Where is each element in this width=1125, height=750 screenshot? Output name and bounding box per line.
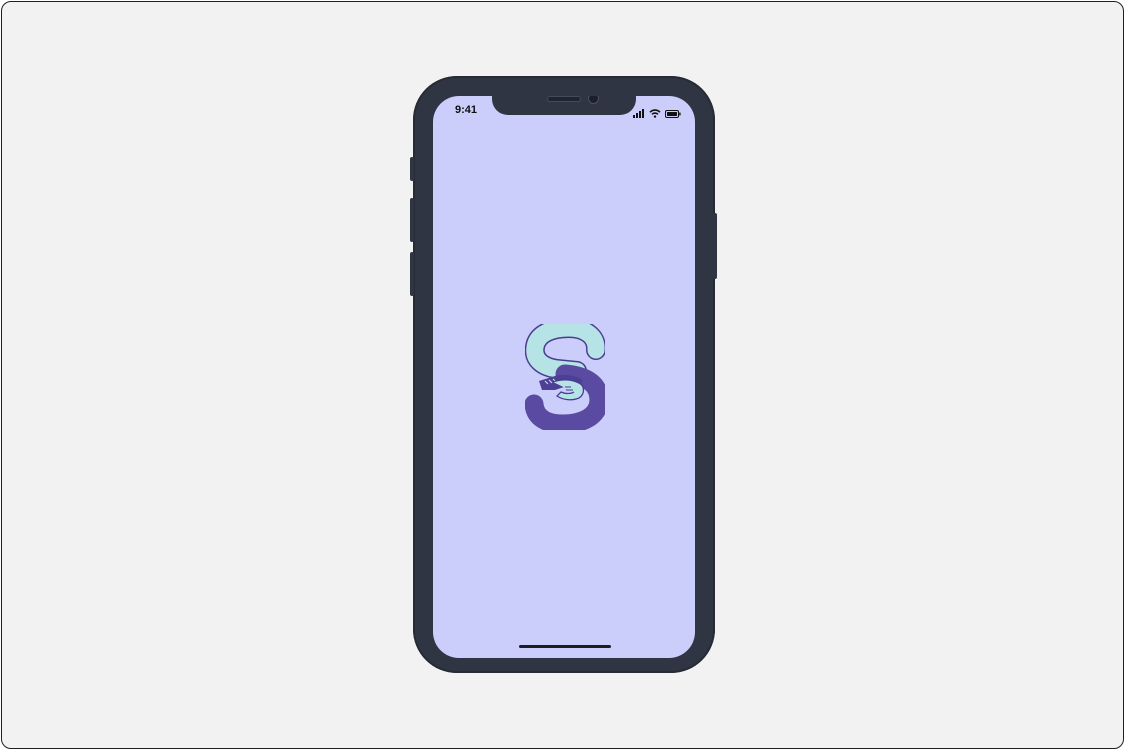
phone-mockup: 9:41	[410, 76, 717, 673]
silent-switch	[410, 157, 414, 181]
signal-bars-icon	[633, 105, 645, 123]
wifi-icon	[649, 105, 661, 123]
notch	[492, 96, 636, 115]
status-time: 9:41	[455, 104, 478, 116]
home-indicator[interactable]	[519, 645, 611, 648]
splash-screen: 9:41	[433, 96, 695, 658]
volume-down-button	[410, 252, 414, 296]
app-logo	[524, 318, 609, 434]
earpiece-speaker	[547, 96, 581, 102]
front-camera	[588, 96, 599, 104]
preview-canvas: 9:41	[1, 1, 1124, 749]
battery-icon	[665, 105, 681, 123]
power-button	[713, 213, 717, 279]
status-icons	[633, 105, 681, 123]
volume-up-button	[410, 198, 414, 242]
